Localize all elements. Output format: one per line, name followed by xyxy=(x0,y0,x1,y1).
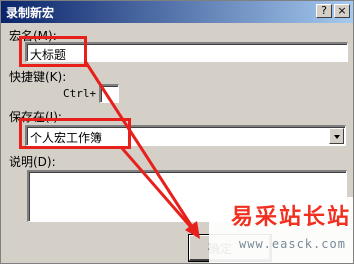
annotation-arrow-line-1 xyxy=(83,60,198,234)
annotation-arrow-line-2 xyxy=(119,146,198,234)
watermark-text: 易采站长站 xyxy=(231,204,352,230)
record-macro-dialog: 录制新宏 ? × 宏名(M): 大标题 快捷键(K): Ctrl+ 保存在(I)… xyxy=(0,0,354,264)
watermark-url: www.easck.com xyxy=(239,237,346,251)
watermark: 易采站长站 www.easck.com xyxy=(209,197,353,263)
